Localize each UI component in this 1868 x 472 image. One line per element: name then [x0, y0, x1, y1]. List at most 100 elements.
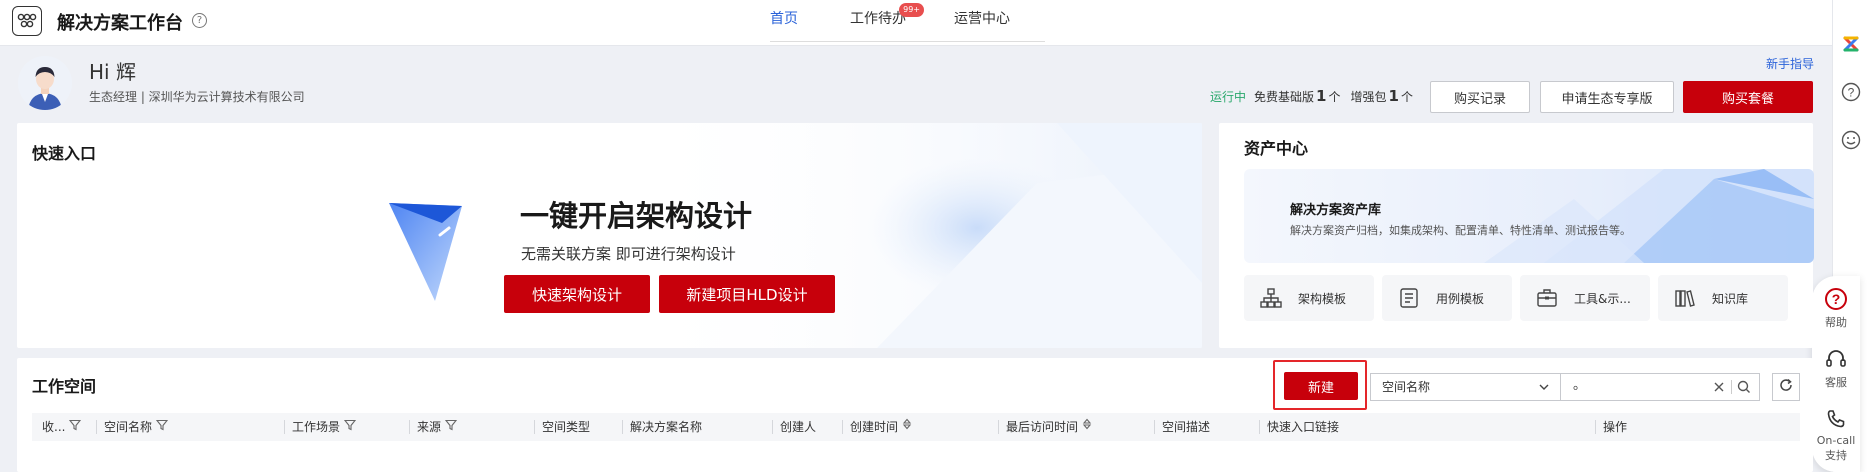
column-label: 创建人	[780, 420, 817, 434]
column-label: 收...	[42, 420, 66, 434]
beginner-guide-link[interactable]: 新手指导	[1766, 55, 1814, 72]
user-greeting: Hi 辉	[89, 60, 136, 84]
workspace-title: 工作空间	[32, 377, 97, 396]
books-icon	[1672, 285, 1698, 311]
quick-architecture-design-button[interactable]: 快速架构设计	[504, 275, 650, 313]
phone-icon	[1823, 406, 1849, 432]
asset-banner-description: 解决方案资产归档，如集成架构、配置清单、特性清单、测试报告等。	[1290, 224, 1631, 237]
apply-ecosystem-edition-button[interactable]: 申请生态专享版	[1540, 81, 1674, 113]
filter-icon[interactable]	[155, 413, 169, 441]
toolbox-icon	[1534, 285, 1560, 311]
free-edition-label: 免费基础版	[1254, 90, 1315, 104]
column-header-space-description: 空间描述	[1154, 413, 1210, 441]
brand-icon[interactable]	[1841, 34, 1861, 54]
help-button[interactable]: ? 帮助	[1812, 286, 1860, 330]
asset-tile-tools-examples[interactable]: 工具&示...	[1520, 275, 1650, 321]
search-input[interactable]: 。	[1560, 373, 1760, 401]
column-header-source[interactable]: 来源	[409, 413, 458, 441]
boost-pack-unit: 个	[1400, 90, 1413, 104]
asset-tile-architecture-template[interactable]: 架构模板	[1244, 275, 1374, 321]
nav-item-operations[interactable]: 运营中心	[954, 0, 1010, 46]
column-separator	[1154, 420, 1155, 434]
feedback-smile-icon[interactable]	[1841, 130, 1861, 150]
oncall-button[interactable]: On-call 支持	[1812, 406, 1860, 463]
hero-background	[17, 123, 1202, 348]
asset-tile-label: 架构模板	[1298, 291, 1347, 306]
boost-pack-count: 1	[1388, 87, 1399, 105]
column-label: 解决方案名称	[630, 420, 703, 434]
filter-icon[interactable]	[444, 413, 458, 441]
column-label: 快速入口链接	[1267, 420, 1340, 434]
oncall-label-2: 支持	[1825, 449, 1847, 462]
sort-icon[interactable]	[1082, 413, 1092, 441]
column-separator	[772, 420, 773, 434]
todo-count-badge: 99+	[899, 3, 924, 17]
filter-icon[interactable]	[69, 413, 82, 441]
help-circle-icon: ?	[1823, 286, 1849, 312]
column-separator	[842, 420, 843, 434]
headset-icon	[1823, 346, 1849, 372]
solution-asset-library-banner[interactable]: 解决方案资产库 解决方案资产归档，如集成架构、配置清单、特性清单、测试报告等。	[1244, 169, 1814, 263]
nav-item-todo[interactable]: 工作待办 99+	[850, 0, 924, 46]
new-workspace-button[interactable]: 新建	[1284, 372, 1358, 400]
refresh-button[interactable]	[1772, 373, 1800, 401]
top-bar: 解决方案工作台 ? 首页 工作待办 99+ 运营中心	[0, 0, 1832, 46]
boost-pack-label: 增强包	[1350, 90, 1387, 104]
nav-item-home[interactable]: 首页	[770, 0, 798, 46]
column-header-favorite[interactable]: 收...	[42, 413, 82, 441]
user-role: 生态经理 | 深圳华为云计算技术有限公司	[89, 90, 305, 104]
column-label: 空间类型	[542, 420, 591, 434]
column-label: 最后访问时间	[1006, 420, 1079, 434]
nav-item-label: 首页	[770, 11, 798, 27]
search-divider	[1731, 380, 1732, 394]
column-header-space-type: 空间类型	[534, 413, 591, 441]
service-label: 客服	[1825, 376, 1847, 389]
asset-tile-label: 知识库	[1712, 291, 1749, 306]
sort-icon[interactable]	[902, 413, 912, 441]
new-project-hld-button[interactable]: 新建项目HLD设计	[659, 275, 835, 313]
asset-tile-use-case-template[interactable]: 用例模板	[1382, 275, 1512, 321]
chevron-down-icon	[1538, 374, 1550, 409]
filter-icon[interactable]	[343, 413, 357, 441]
oncall-label-1: On-call	[1816, 434, 1856, 447]
column-label: 来源	[417, 420, 442, 434]
column-separator	[998, 420, 999, 434]
column-header-creator: 创建人	[772, 413, 817, 441]
column-separator	[1259, 420, 1260, 434]
top-nav: 首页 工作待办 99+ 运营中心	[770, 0, 1062, 46]
search-icon[interactable]	[1737, 374, 1751, 409]
asset-tile-knowledge-base[interactable]: 知识库	[1658, 275, 1788, 321]
quick-entry-title: 快速入口	[32, 144, 97, 163]
column-separator	[622, 420, 623, 434]
column-header-last-access-time[interactable]: 最后访问时间	[998, 413, 1092, 441]
column-header-actions: 操作	[1595, 413, 1628, 441]
architecture-icon	[1258, 285, 1284, 311]
search-field-select[interactable]: 空间名称	[1370, 373, 1560, 401]
column-separator	[96, 420, 97, 434]
question-icon[interactable]: ?	[1841, 82, 1861, 102]
svg-text:?: ?	[1848, 86, 1855, 100]
buy-package-button[interactable]: 购买套餐	[1683, 81, 1813, 113]
title-help-icon[interactable]: ?	[192, 13, 207, 28]
svg-text:?: ?	[1832, 291, 1841, 307]
document-list-icon	[1396, 285, 1422, 311]
search-input-value: 。	[1573, 378, 1587, 393]
search-field-select-value: 空间名称	[1382, 380, 1431, 394]
nav-divider	[770, 41, 1045, 42]
column-header-work-scenario[interactable]: 工作场景	[284, 413, 357, 441]
column-label: 操作	[1603, 420, 1628, 434]
nav-item-label: 工作待办	[850, 11, 906, 27]
purchase-records-button[interactable]: 购买记录	[1430, 81, 1530, 113]
asset-tile-label: 用例模板	[1436, 291, 1485, 306]
column-header-created-time[interactable]: 创建时间	[842, 413, 912, 441]
clear-icon[interactable]	[1713, 374, 1725, 409]
customer-service-button[interactable]: 客服	[1812, 346, 1860, 390]
app-title: 解决方案工作台	[57, 13, 183, 34]
app-logo-icon[interactable]	[12, 6, 42, 36]
avatar[interactable]	[18, 56, 72, 110]
status-running: 运行中	[1210, 90, 1247, 104]
workspace-table-header: 收... 空间名称 工作场景 来源 空间类型 解决方案名称 创建人 创建时间 最…	[32, 413, 1800, 441]
column-separator	[409, 420, 410, 434]
column-header-space-name[interactable]: 空间名称	[96, 413, 169, 441]
refresh-icon	[1778, 377, 1794, 397]
